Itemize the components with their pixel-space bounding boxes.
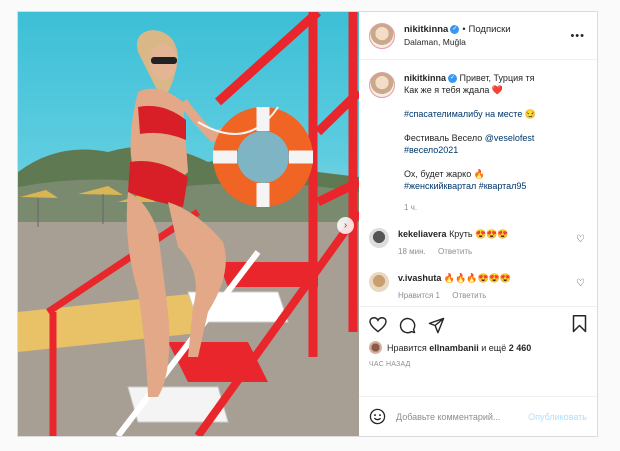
comment-input[interactable]: Добавьте комментарий...	[396, 412, 528, 422]
heart-emoji: ❤️	[491, 85, 504, 95]
verified-icon: ✓	[448, 74, 458, 84]
comment-icon[interactable]	[399, 317, 416, 334]
commenter-avatar[interactable]	[369, 272, 389, 292]
comment-item: v.ivashuta 🔥🔥🔥😍😍😍 Нравится 1 Ответить ♡	[369, 272, 587, 302]
liker-avatar	[369, 341, 382, 354]
heart-icon[interactable]	[369, 317, 387, 333]
post-side-panel: nikitkinna ✓ • Подписки Dalaman, Muğla ••• …	[359, 12, 597, 436]
next-image-button[interactable]: ›	[337, 217, 354, 234]
following-button[interactable]: Подписки	[469, 24, 511, 35]
post-location[interactable]: Dalaman, Muğla	[404, 36, 511, 49]
commenter-avatar[interactable]	[369, 228, 389, 248]
instagram-post: › nikitkinna ✓ • Подписки Dalaman, Muğla ••…	[17, 11, 598, 437]
commenter-username[interactable]: v.ivashuta	[398, 273, 441, 283]
action-bar: Нравится ellnambanii и ещё 2 460 ЧАС НАЗ…	[359, 306, 597, 396]
comment-item: kekeliavera Круть 😍😍😍 18 мин. Ответить ♡	[369, 228, 587, 258]
mention-link[interactable]: @veselofest	[485, 133, 535, 143]
author-avatar[interactable]	[369, 22, 395, 49]
hashtag-link[interactable]: #спасателималибу на месте	[404, 109, 522, 119]
caption-author-avatar[interactable]	[369, 72, 395, 98]
emoji-icon[interactable]	[369, 408, 386, 425]
hashtag-link[interactable]: #весело2021	[404, 145, 458, 155]
comment-heart-icon[interactable]: ♡	[576, 234, 585, 245]
share-icon[interactable]	[428, 317, 445, 334]
caption-row: nikitkinna ✓ Привет, Турция тя Как же я т…	[369, 72, 587, 214]
liker-username[interactable]: ellnambanii	[429, 343, 479, 353]
post-caption: nikitkinna ✓ Привет, Турция тя Как же я т…	[404, 72, 569, 214]
publish-button[interactable]: Опубликовать	[528, 412, 587, 422]
commenter-username[interactable]: kekeliavera	[398, 229, 447, 239]
comment-heart-icon[interactable]: ♡	[576, 278, 585, 289]
caption-age: 1 ч.	[404, 203, 418, 212]
author-username[interactable]: nikitkinna	[404, 24, 448, 35]
caption-username[interactable]: nikitkinna	[404, 73, 446, 83]
reply-button[interactable]: Ответить	[452, 291, 486, 300]
photo-illustration	[18, 12, 359, 436]
hashtag-link[interactable]: #женскийквартал #квартал95	[404, 181, 526, 191]
likes-summary[interactable]: Нравится ellnambanii и ещё 2 460	[369, 341, 587, 354]
post-timestamp: ЧАС НАЗАД	[369, 361, 411, 368]
ellipsis-icon[interactable]: •••	[570, 30, 585, 42]
likes-count[interactable]: 2 460	[509, 343, 532, 353]
post-photo[interactable]: ›	[18, 12, 359, 436]
verified-icon: ✓	[450, 24, 460, 34]
post-header: nikitkinna ✓ • Подписки Dalaman, Muğla •••	[359, 12, 597, 60]
comments-area: nikitkinna ✓ Привет, Турция тя Как же я т…	[359, 60, 597, 306]
add-comment-bar: Добавьте комментарий... Опубликовать	[359, 396, 597, 436]
bookmark-icon[interactable]	[572, 315, 587, 333]
reply-button[interactable]: Ответить	[438, 247, 472, 256]
